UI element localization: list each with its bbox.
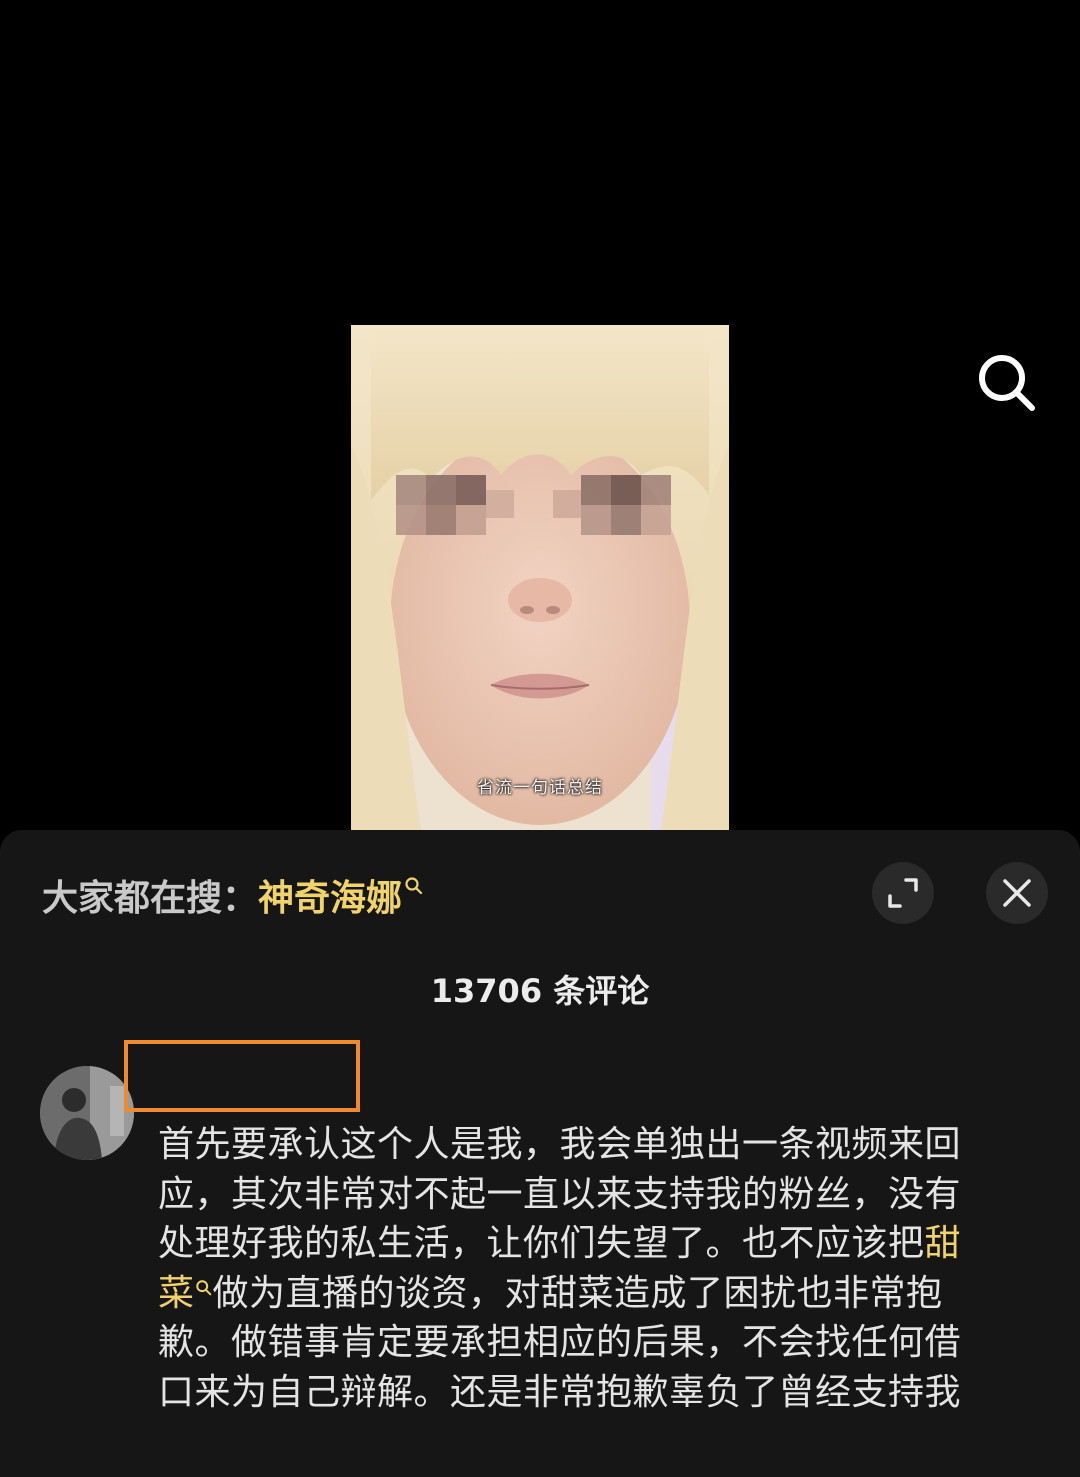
small-search-icon[interactable]	[404, 864, 424, 905]
close-button[interactable]	[986, 862, 1048, 924]
expand-button[interactable]	[872, 862, 934, 924]
comment-line: 应，其次非常对不起一直以来支持我的粉丝，没有	[158, 1173, 962, 1215]
comment-body: 首先要承认这个人是我，我会单独出一条视频来回 应，其次非常对不起一直以来支持我的…	[158, 1120, 1030, 1418]
search-icon	[979, 355, 1035, 411]
video-caption: 省流一句话总结	[477, 778, 603, 798]
small-search-icon[interactable]	[195, 1261, 213, 1311]
video-area[interactable]: 省流一句话总结	[0, 0, 1080, 840]
video-thumbnail	[351, 325, 729, 830]
trending-search-term[interactable]: 神奇海娜	[258, 869, 402, 921]
comment-line-text: 处理好我的私生活，让你们失望了。也不应该把	[158, 1223, 925, 1265]
comment-line: 首先要承认这个人是我，我会单独出一条视频来回	[158, 1124, 962, 1165]
avatar[interactable]	[40, 1066, 134, 1160]
comment-line-text: 做为直播的谈资，对甜菜造成了困扰也非常抱	[212, 1272, 943, 1314]
comment-line: 口来为自己辩解。还是非常抱歉辜负了曾经支持我	[158, 1371, 962, 1413]
search-button[interactable]	[972, 348, 1042, 418]
close-icon	[1003, 879, 1031, 907]
trending-search-prefix: 大家都在搜：	[42, 878, 259, 919]
expand-icon	[888, 878, 918, 908]
highlighted-keyword[interactable]: 甜	[925, 1223, 962, 1264]
highlighted-keyword[interactable]: 菜	[158, 1273, 195, 1314]
video-frame[interactable]: 省流一句话总结	[351, 325, 729, 830]
redacted-username-box	[124, 1040, 360, 1112]
comment-count: 13706 条评论	[430, 972, 650, 1010]
comment-line: 处理好我的私生活，让你们失望了。也不应该把甜	[158, 1219, 1030, 1269]
comment-line: 菜做为直播的谈资，对甜菜造成了困扰也非常抱	[158, 1269, 1030, 1319]
comment-sheet: 大家都在搜： 神奇海娜 13706 条评论 首先要承认这个人是我，我会单独出一条…	[0, 830, 1080, 1477]
trending-search-bar: 大家都在搜： 神奇海娜	[42, 869, 424, 921]
comment-line: 歉。做错事肯定要承担相应的后果，不会找任何借	[158, 1322, 962, 1364]
